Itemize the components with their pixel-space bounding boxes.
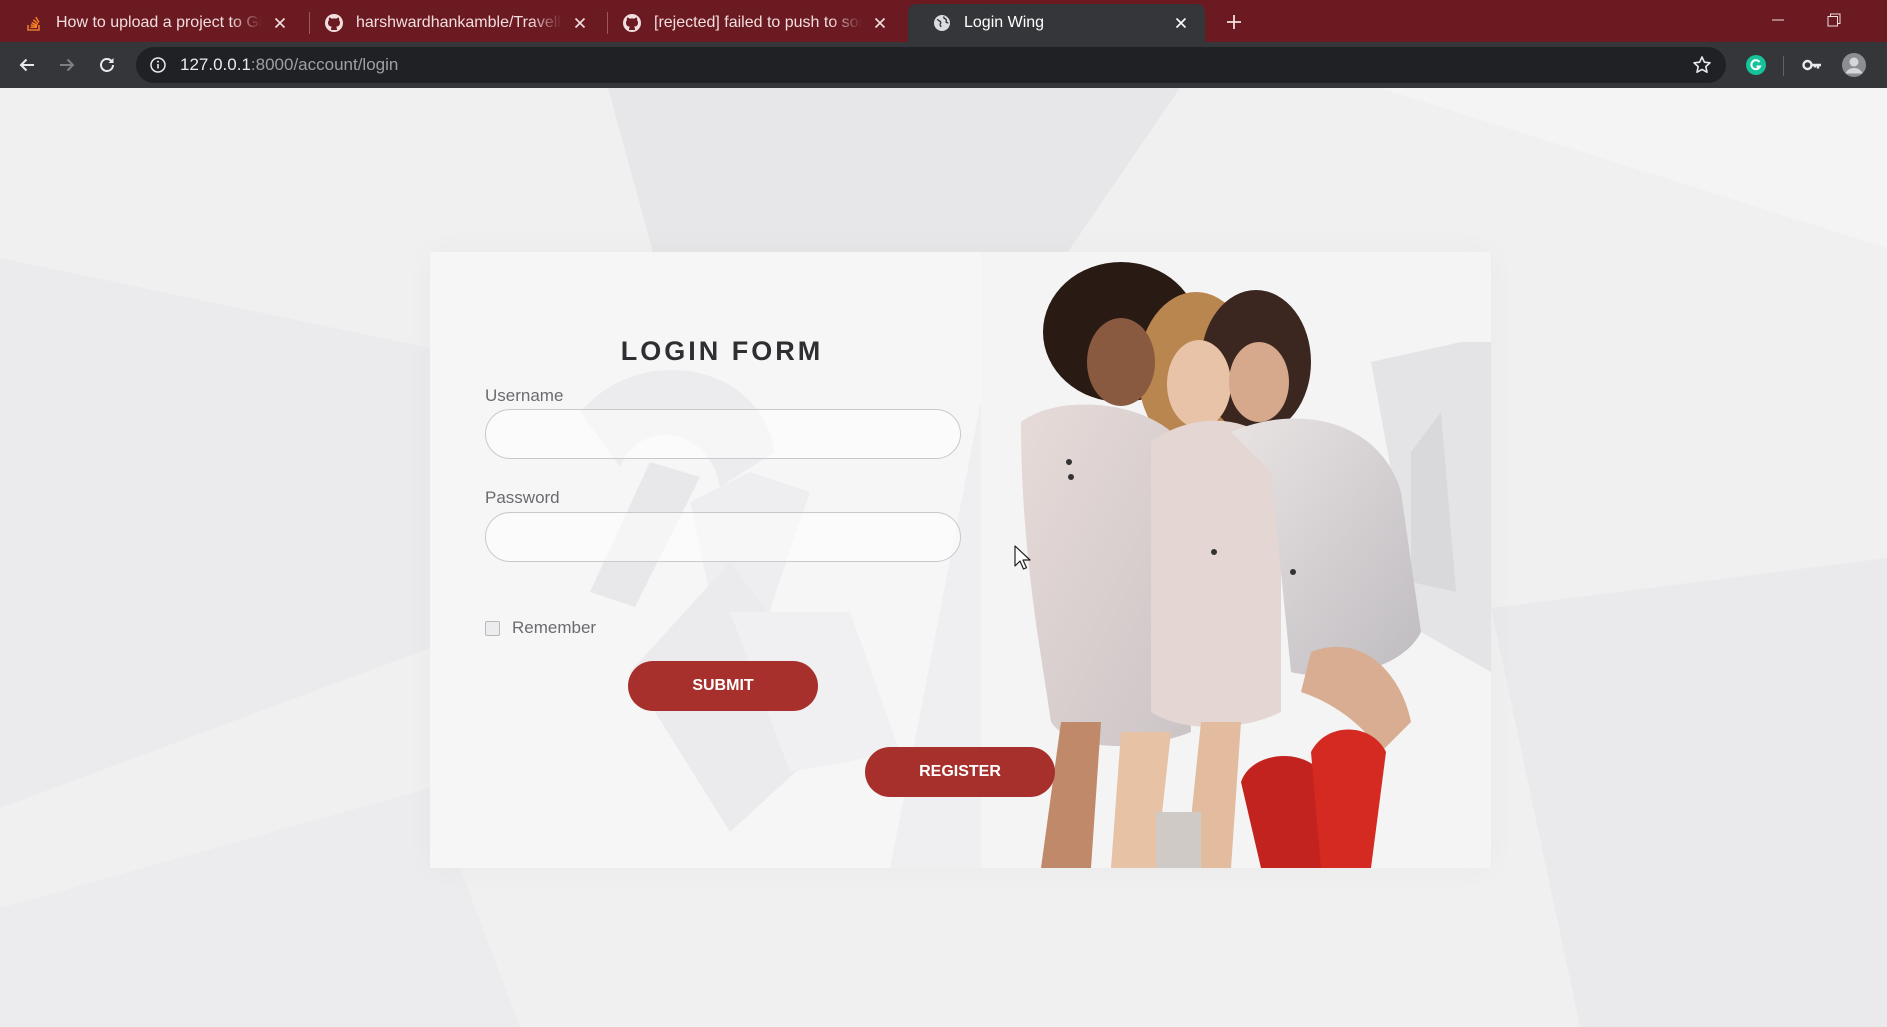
mouse-cursor-icon (1014, 545, 1031, 570)
github-icon (622, 13, 642, 33)
url-host: 127.0.0.1 (180, 55, 251, 74)
close-tab-icon[interactable] (270, 13, 290, 33)
password-input[interactable] (485, 512, 961, 562)
back-button[interactable] (11, 49, 43, 81)
register-button[interactable]: REGISTER (865, 747, 1055, 797)
password-key-icon[interactable] (1797, 50, 1827, 80)
password-label: Password (485, 488, 560, 507)
profile-avatar[interactable] (1839, 50, 1869, 80)
username-label: Username (485, 386, 564, 405)
address-bar[interactable]: 127.0.0.1:8000/account/login (136, 47, 1726, 83)
grammarly-extension-icon[interactable] (1741, 50, 1771, 80)
login-card: LOGIN FORM Username Password Remember SU… (430, 252, 1491, 868)
forward-arrow-icon (60, 58, 75, 72)
reload-button[interactable] (91, 49, 123, 81)
submit-button[interactable]: SUBMIT (628, 661, 818, 711)
page-viewport: LOGIN FORM Username Password Remember SU… (0, 88, 1887, 1027)
bookmark-star-icon[interactable] (1690, 53, 1714, 77)
toolbar-separator (1783, 56, 1784, 76)
minimize-button[interactable] (1750, 0, 1806, 40)
url-text: 127.0.0.1:8000/account/login (180, 55, 398, 75)
globe-icon (932, 13, 952, 33)
close-window-button[interactable] (1846, 0, 1887, 40)
tab-login-wing[interactable]: Login Wing (908, 4, 1205, 42)
form-title: LOGIN FORM (620, 336, 824, 366)
tab-strip: How to upload a project to Githu harshwa… (0, 0, 1887, 42)
remember-checkbox[interactable] (485, 620, 500, 636)
reload-icon (100, 58, 114, 72)
tab-stackoverflow[interactable]: How to upload a project to Githu (0, 4, 304, 42)
new-tab-button[interactable] (1220, 8, 1248, 36)
site-info-icon[interactable] (140, 47, 176, 83)
tab-github-travello[interactable]: harshwardhankamble/Travello: T (300, 4, 604, 42)
close-tab-icon[interactable] (1171, 13, 1191, 33)
back-arrow-icon (19, 58, 34, 72)
github-icon (324, 13, 344, 33)
close-tab-icon[interactable] (570, 13, 590, 33)
remember-label: Remember (512, 618, 597, 637)
username-input[interactable] (485, 409, 961, 459)
remember-row: Remember (485, 618, 596, 638)
tab-title: Login Wing (964, 14, 1045, 31)
browser-toolbar: 127.0.0.1:8000/account/login (0, 42, 1887, 88)
models-photo (981, 252, 1491, 868)
url-path: :8000/account/login (250, 55, 399, 74)
stackoverflow-icon (24, 13, 44, 33)
forward-button[interactable] (51, 49, 83, 81)
close-tab-icon[interactable] (870, 13, 890, 33)
tab-github-rejected[interactable]: [rejected] failed to push to some (598, 4, 904, 42)
tab-title: harshwardhankamble/Travello: T (356, 14, 562, 31)
tab-title: [rejected] failed to push to some (654, 14, 862, 31)
tab-title: How to upload a project to Githu (56, 14, 262, 31)
